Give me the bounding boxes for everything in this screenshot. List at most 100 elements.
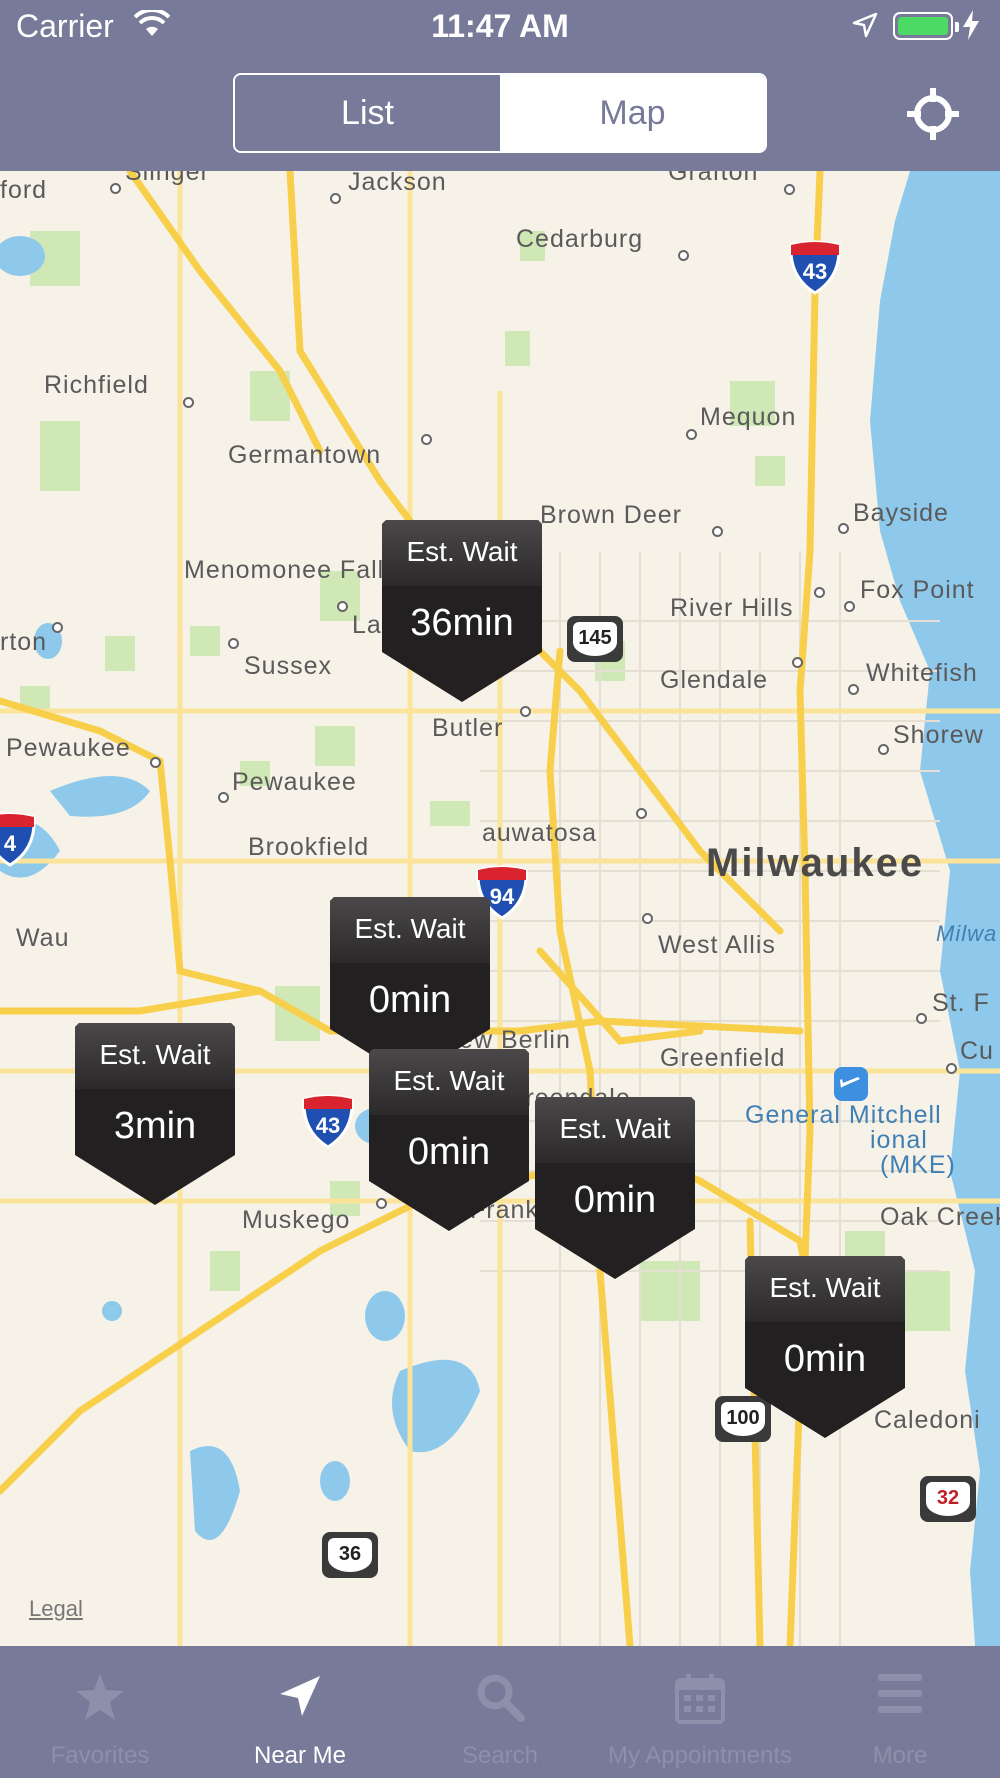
city-label: Whitefish: [866, 659, 978, 687]
wait-time-pin[interactable]: Est. Wait 0min: [535, 1097, 695, 1279]
navigation-bar: List Map: [0, 56, 1000, 171]
pin-label: Est. Wait: [559, 1113, 671, 1144]
city-dot: [520, 706, 531, 717]
city-label: Bayside: [853, 499, 949, 527]
svg-text:43: 43: [316, 1113, 340, 1138]
city-label: Fox Point: [860, 576, 975, 604]
city-label: Oak Creek: [880, 1203, 1000, 1231]
calendar-icon: [675, 1674, 725, 1724]
city-label: West Allis: [658, 931, 776, 959]
tab-label: Favorites: [50, 1742, 150, 1769]
tab-bar: Favorites Near Me Search My Appointments: [0, 1646, 1000, 1778]
city-label: Germantown: [228, 441, 382, 469]
city-dot: [421, 434, 432, 445]
city-label: Pewaukee: [6, 734, 131, 762]
svg-text:94: 94: [490, 884, 515, 909]
city-label: Jackson: [348, 171, 447, 196]
city-dot: [916, 1013, 927, 1024]
city-dot: [784, 184, 795, 195]
city-dot: [636, 808, 647, 819]
search-icon: [477, 1674, 525, 1722]
tab-label: My Appointments: [607, 1742, 793, 1769]
pin-wait-value: 0min: [573, 1179, 657, 1221]
segment-map[interactable]: Map: [500, 75, 765, 151]
city-dot: [838, 523, 849, 534]
city-dot: [330, 193, 341, 204]
interstate-shield: 43: [789, 240, 841, 295]
city-dot: [337, 601, 348, 612]
location-services-icon: [852, 12, 878, 38]
highway-shield: 32: [920, 1476, 976, 1522]
city-label: (MKE): [880, 1151, 956, 1179]
battery-icon: [893, 12, 959, 40]
city-dot: [878, 744, 889, 755]
charging-bolt-icon: [963, 10, 979, 40]
city-label: Cedarburg: [516, 225, 644, 253]
pin-label: Est. Wait: [354, 913, 466, 944]
city-dot: [946, 1063, 957, 1074]
pin-wait-value: 0min: [783, 1338, 867, 1380]
city-label: Brown Deer: [540, 501, 682, 529]
svg-text:43: 43: [803, 259, 827, 284]
pin-label: Est. Wait: [769, 1272, 881, 1303]
city-dot: [183, 397, 194, 408]
tab-label: Near Me: [253, 1742, 347, 1769]
tab-my-appointments[interactable]: My Appointments: [600, 1646, 800, 1778]
city-dot: [110, 183, 121, 194]
status-time: 11:47 AM: [431, 8, 569, 44]
pin-wait-value: 0min: [407, 1131, 491, 1173]
city-label: Glendale: [660, 666, 769, 694]
tab-label: Search: [461, 1742, 539, 1769]
city-dot: [228, 638, 239, 649]
pin-label: Est. Wait: [99, 1039, 211, 1070]
tab-more[interactable]: More: [800, 1646, 1000, 1778]
city-label: Greenfield: [660, 1044, 786, 1072]
city-dot: [218, 792, 229, 803]
list-map-segmented-control: List Map: [233, 73, 767, 153]
airport-icon: [834, 1067, 868, 1101]
interstate-shield: 4: [0, 812, 36, 867]
city-dot: [814, 587, 825, 598]
city-label-milwaukee: Milwaukee: [706, 841, 925, 885]
star-icon: [76, 1674, 124, 1720]
current-location-crosshair-icon[interactable]: [905, 86, 961, 142]
pin-wait-value: 3min: [113, 1105, 197, 1147]
tab-near-me[interactable]: Near Me: [200, 1646, 400, 1778]
city-dot: [686, 429, 697, 440]
city-label: Slinger: [125, 171, 210, 186]
wait-time-pin[interactable]: Est. Wait 0min: [745, 1256, 905, 1438]
svg-text:4: 4: [4, 831, 17, 856]
city-label: Brookfield: [248, 833, 370, 861]
highway-shield: 36: [322, 1532, 378, 1578]
wait-time-pin[interactable]: Est. Wait 0min: [369, 1049, 529, 1231]
city-dot: [848, 684, 859, 695]
legal-link[interactable]: Legal: [29, 1596, 83, 1622]
pin-label: Est. Wait: [406, 536, 518, 567]
city-label: Muskego: [242, 1206, 351, 1234]
city-label: Butler: [432, 714, 504, 742]
city-label: Menomonee Falls: [184, 556, 398, 584]
city-label: Richfield: [44, 371, 149, 399]
city-label: auwatosa: [482, 819, 598, 847]
tab-label: More: [872, 1742, 928, 1769]
tab-favorites[interactable]: Favorites: [0, 1646, 200, 1778]
interstate-shield: 43: [302, 1094, 354, 1149]
wait-time-pin[interactable]: Est. Wait 3min: [75, 1023, 235, 1205]
map-view[interactable]: ford Slinger Jackson Grafton Cedarburg R…: [0, 171, 1000, 1646]
city-dot: [844, 601, 855, 612]
tab-search[interactable]: Search: [400, 1646, 600, 1778]
city-dot: [792, 657, 803, 668]
city-label: rton: [0, 628, 48, 656]
pin-wait-value: 0min: [368, 979, 452, 1021]
pin-wait-value: 36min: [410, 602, 514, 644]
city-label: St. F: [932, 989, 990, 1017]
city-label: Cu: [960, 1037, 994, 1065]
city-label: River Hills: [670, 594, 794, 622]
city-dot: [678, 250, 689, 261]
city-label: Sussex: [244, 652, 332, 680]
segment-list[interactable]: List: [235, 75, 500, 151]
highway-shield: 145: [567, 616, 623, 662]
city-dot: [52, 622, 63, 633]
wait-time-pin[interactable]: Est. Wait 36min: [382, 520, 542, 702]
city-dot: [150, 757, 161, 768]
